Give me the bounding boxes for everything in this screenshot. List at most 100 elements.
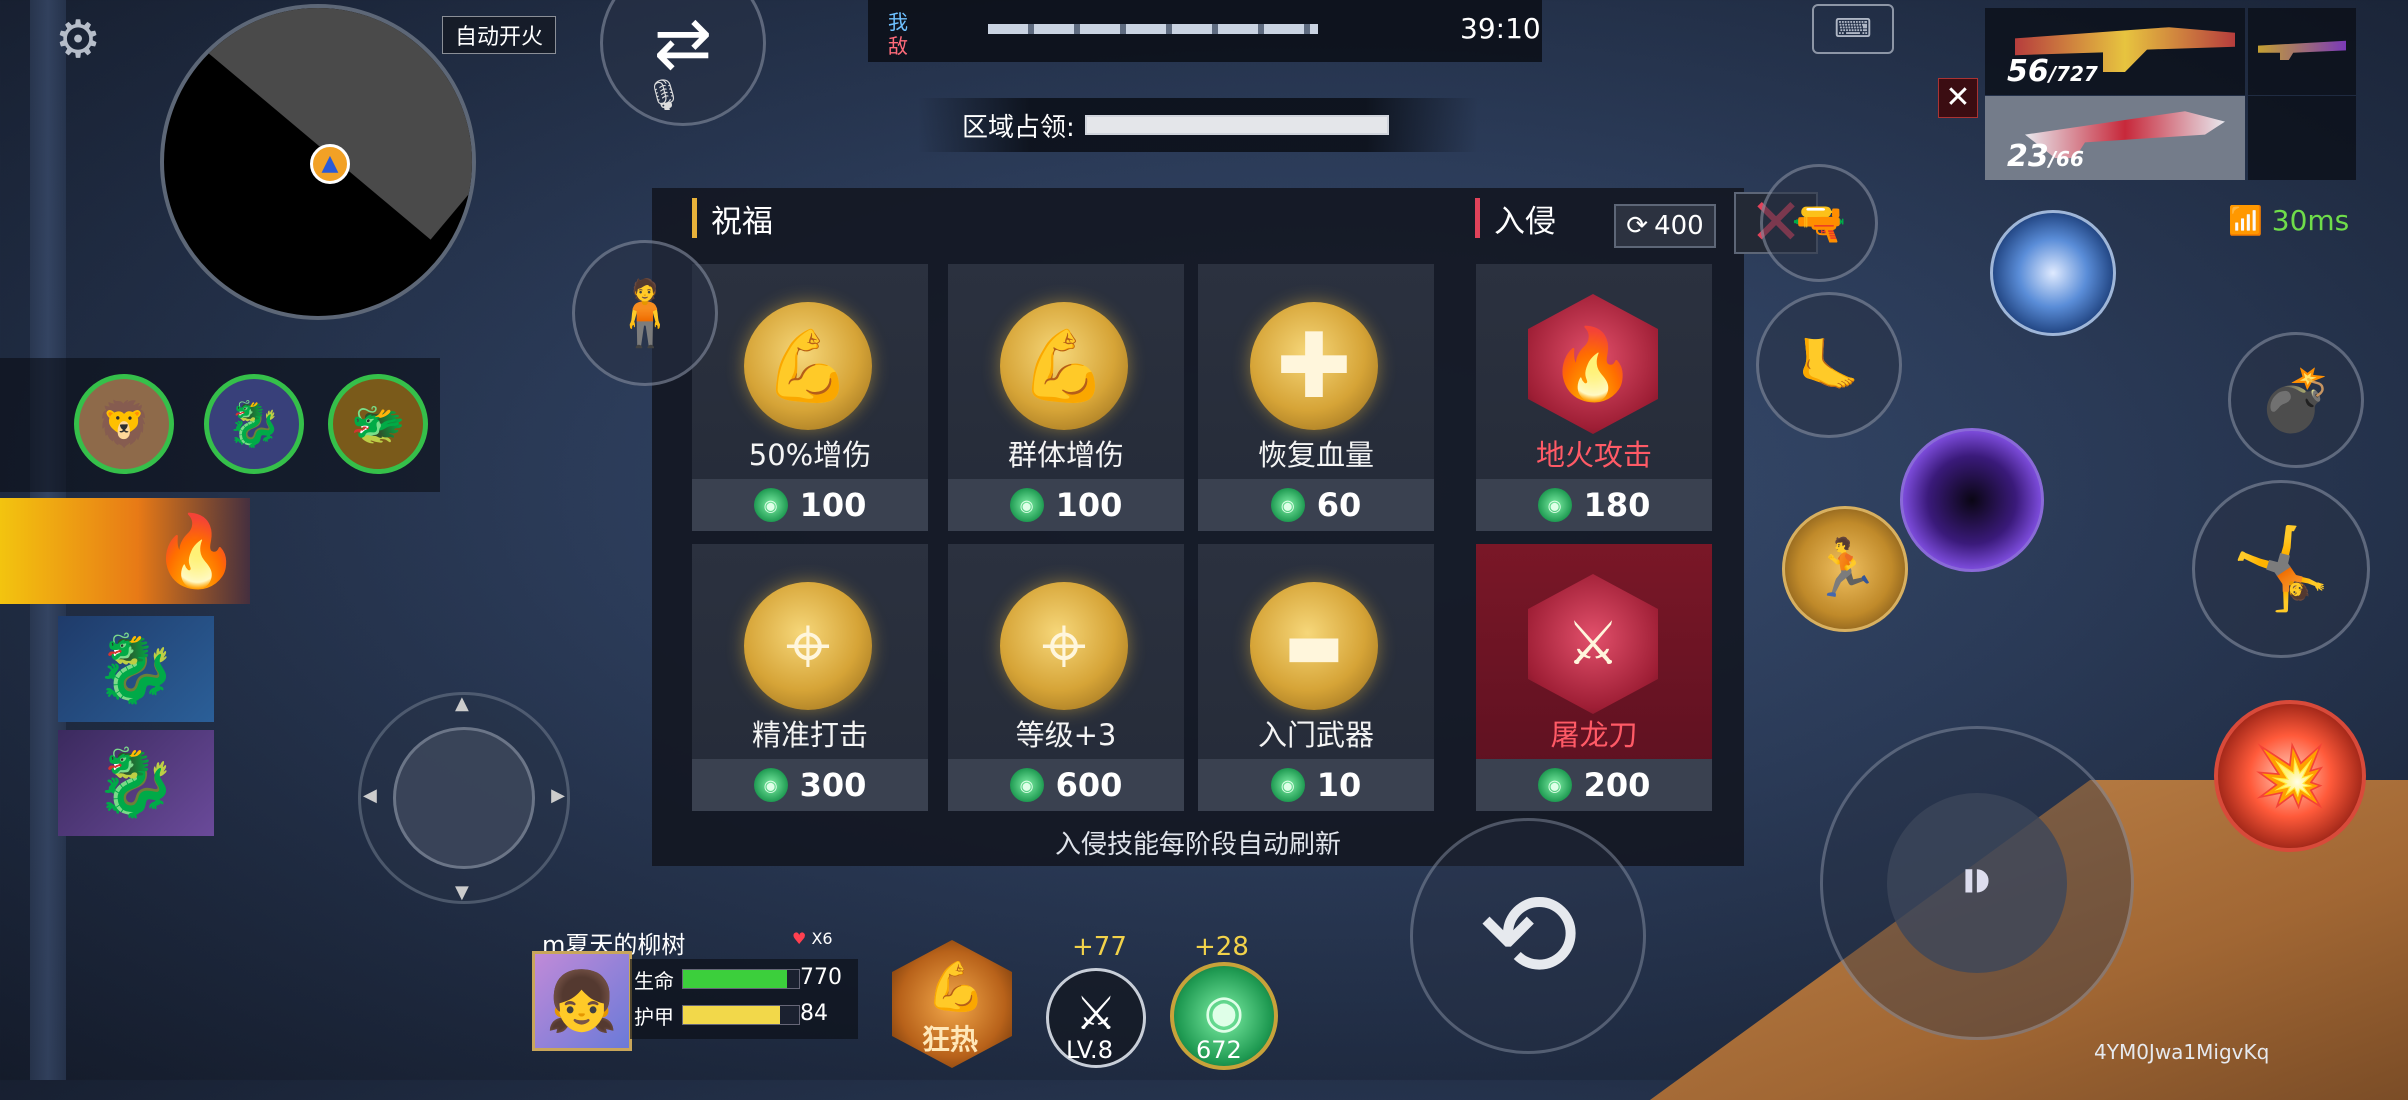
coin-icon: ◉: [1537, 768, 1572, 802]
joystick-thumb[interactable]: [393, 727, 535, 869]
jump-button[interactable]: 🤸: [2192, 480, 2370, 658]
coin-icon: ◉: [1009, 488, 1044, 522]
network-status: 📶 30ms: [2228, 204, 2349, 237]
match-timer: 39:10: [1460, 12, 1541, 45]
price-value: 300: [799, 766, 867, 804]
price-value: 100: [799, 486, 867, 524]
blessing-card[interactable]: 💪 50%增伤 ◉ 100: [692, 264, 928, 531]
skill-shop-panel: 祝福 入侵 ⟳ 400 ✕ 💪 50%增伤 ◉100 💪 群体增伤 ◉100 ✚…: [652, 188, 1818, 866]
tertiary-weapon-slot[interactable]: [2248, 8, 2356, 95]
gold-rifle-icon: [2258, 40, 2346, 60]
blessing-card[interactable]: ▬ 入门武器 ◉ 10: [1198, 544, 1434, 811]
rifle-icon: ▬: [1250, 582, 1378, 710]
blessing-card[interactable]: ✚ 恢复血量 ◉ 60: [1198, 264, 1434, 531]
portal-skill-button[interactable]: [1990, 210, 2116, 336]
price-value: 200: [1583, 766, 1651, 804]
card-name: 精准打击: [751, 718, 868, 752]
bullet-icon: ⁍: [1887, 793, 2067, 973]
secondary-ammo: 23/66: [2007, 139, 2084, 174]
armor-bar: [682, 1005, 800, 1025]
settings-gear-icon[interactable]: ⚙: [48, 10, 108, 70]
blessing-header: 祝福: [692, 198, 773, 240]
kick-button[interactable]: 🔫: [1760, 164, 1878, 282]
armor-value: 84: [800, 1001, 828, 1026]
hero-ice-dragon-icon[interactable]: 🐉: [204, 374, 304, 474]
black-hole-skill-button[interactable]: [1900, 428, 2044, 572]
crosshair-level-icon: ⌖: [1000, 582, 1128, 710]
primary-weapon-slot[interactable]: 56/727: [1985, 8, 2245, 95]
auto-fire-toggle[interactable]: 自动开火: [442, 16, 557, 54]
frenzy-label: 狂热: [922, 1023, 979, 1056]
coin-icon: ◉: [753, 768, 788, 802]
health-cross-icon: ✚: [1250, 302, 1378, 430]
armor-bar-fill: [683, 1006, 781, 1024]
price-value: 10: [1316, 766, 1362, 804]
arrow-left-icon: ◀: [363, 785, 377, 806]
crosshair-icon: ⌖: [744, 582, 872, 710]
empty-weapon-slot[interactable]: [2248, 96, 2356, 180]
grenade-button[interactable]: 💣: [2228, 332, 2364, 468]
card-price: ◉ 180: [1476, 479, 1712, 531]
region-capture-label: 区域占领:: [962, 112, 1075, 143]
coin-icon: ◉: [753, 488, 788, 522]
frenzy-badge[interactable]: 💪 狂热: [892, 940, 1012, 1068]
coin-total: 672: [1196, 1036, 1242, 1064]
card-price: ◉ 100: [692, 479, 928, 531]
card-name: 恢复血量: [1257, 438, 1374, 472]
watermark: 4YM0Jwa1MigvKq: [2094, 1040, 2270, 1064]
arrow-down-icon: ▼: [455, 882, 469, 903]
ice-dragon-skill[interactable]: 🐉: [58, 616, 214, 722]
wifi-icon: 📶: [2228, 204, 2263, 237]
crouch-aim-button[interactable]: 🧍: [572, 240, 718, 386]
secondary-weapon-slot[interactable]: 23/66: [1985, 96, 2245, 180]
card-name: 50%增伤: [748, 438, 872, 472]
price-value: 600: [1055, 766, 1123, 804]
hero-lion-icon[interactable]: 🦁: [74, 374, 174, 474]
hp-bar: [682, 969, 800, 989]
dragon-blade-icon: ⚔: [1528, 574, 1658, 714]
ultimate-skill-button[interactable]: 💥: [2214, 700, 2366, 852]
primary-ammo: 56/727: [2007, 54, 2098, 89]
coin-icon: ◉: [1537, 488, 1572, 522]
melee-disabled-button[interactable]: 🦶: [1756, 292, 1902, 438]
progress-track: [988, 24, 1318, 34]
price-value: 60: [1316, 486, 1362, 524]
muscle-group-icon: 💪: [1000, 302, 1128, 430]
sprint-skill-button[interactable]: 🏃: [1782, 506, 1908, 632]
primary-ammo-reserve: /727: [2048, 62, 2098, 86]
card-price: ◉ 300: [692, 759, 928, 811]
blessing-card[interactable]: 💪 群体增伤 ◉ 100: [948, 264, 1184, 531]
fire-icon: 🔥: [1528, 294, 1658, 434]
card-name: 等级+3: [1015, 718, 1117, 752]
invasion-card[interactable]: 🔥 地火攻击 ◉ 180: [1476, 264, 1712, 531]
reload-button[interactable]: ⟲: [1410, 818, 1646, 1054]
invasion-card-selected[interactable]: ⚔ 屠龙刀 ◉ 200: [1476, 544, 1712, 811]
shadow-dragon-skill[interactable]: 🐉: [58, 730, 214, 836]
secondary-ammo-reserve: /66: [2048, 147, 2084, 171]
refresh-icon: ⟳: [1626, 211, 1649, 241]
mic-muted-icon[interactable]: 🎙: [640, 72, 688, 120]
weapon-level: LV.8: [1066, 1036, 1113, 1064]
coin-bonus: +28: [1194, 932, 1249, 962]
close-weapon-panel-icon[interactable]: ✕: [1938, 78, 1978, 118]
card-price: ◉ 60: [1198, 479, 1434, 531]
frenzy-icon: 💪: [926, 959, 986, 1015]
blessing-card[interactable]: ⌖ 精准打击 ◉ 300: [692, 544, 928, 811]
refresh-button[interactable]: ⟳ 400: [1614, 204, 1716, 248]
minimap[interactable]: ▲: [160, 4, 476, 320]
blessing-title: 祝福: [711, 203, 773, 240]
hero-fire-dragon-icon[interactable]: 🐲: [328, 374, 428, 474]
fire-button[interactable]: ⁍: [1820, 726, 2134, 1040]
blessing-card[interactable]: ⌖ 等级+3 ◉ 600: [948, 544, 1184, 811]
card-price: ◉ 600: [948, 759, 1184, 811]
hp-bar-fill: [683, 970, 788, 988]
team-enemy-label: 敌: [888, 34, 908, 58]
movement-joystick[interactable]: ▲ ▼ ◀ ▶: [358, 692, 570, 904]
minimap-explored-area: [164, 8, 472, 240]
card-price: ◉ 10: [1198, 759, 1434, 811]
invasion-header: 入侵: [1475, 198, 1556, 240]
fire-phoenix-skill[interactable]: 🔥: [0, 498, 250, 604]
player-avatar[interactable]: 👧: [532, 951, 632, 1051]
keyboard-icon[interactable]: ⌨: [1812, 4, 1894, 54]
region-capture: 区域占领:: [918, 98, 1478, 152]
